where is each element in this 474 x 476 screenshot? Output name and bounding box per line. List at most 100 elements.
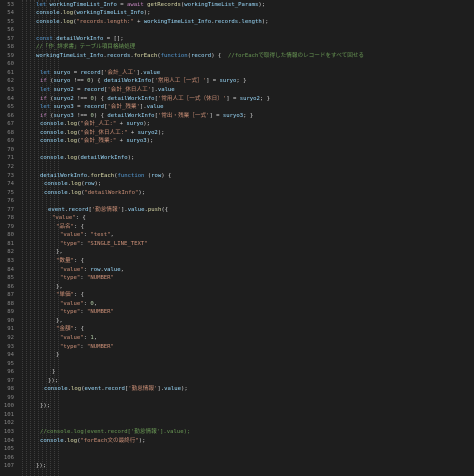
- code-line[interactable]: 104 console.log("forEach文の最終行");: [0, 437, 474, 446]
- code-editor[interactable]: 53 let workingTimeList_Info = await getRe…: [0, 0, 474, 476]
- code-line[interactable]: 101: [0, 411, 474, 420]
- code-line[interactable]: 90},: [0, 317, 474, 326]
- code-text: "金額": {: [56, 325, 474, 334]
- code-line[interactable]: 76: [0, 197, 474, 206]
- code-line[interactable]: 67 console.log("会計_人工:" + suryo);: [0, 120, 474, 129]
- code-token: suryo2: [137, 129, 158, 136]
- code-token: workingTimeList_Params: [184, 1, 259, 8]
- code-text: "value": 0,: [60, 300, 474, 309]
- code-line[interactable]: 53 let workingTimeList_Info = await getRe…: [0, 1, 474, 10]
- code-text: console.log("records.length:" + workingT…: [36, 18, 474, 27]
- code-token: },: [56, 283, 63, 290]
- code-line[interactable]: 91 "金額": {: [0, 325, 474, 334]
- code-text: console.log("会計_休日人工:" + suryo2);: [40, 129, 474, 138]
- code-token: : {: [73, 292, 85, 299]
- code-line[interactable]: 63 let suryo2 = record['会計_休日人工'].value: [0, 86, 474, 95]
- code-line[interactable]: 68 console.log("会計_休日人工:" + suryo2);: [0, 129, 474, 138]
- code-token: suryo2: [53, 95, 74, 102]
- code-token: workingTimeList_Info: [36, 52, 104, 59]
- code-token: log: [66, 121, 78, 128]
- code-line[interactable]: 85 "type": "NUMBER": [0, 274, 474, 283]
- code-line[interactable]: 105: [0, 445, 474, 454]
- code-line[interactable]: 66 if (suryo3 !== 0) { detailWorkInfo['常出…: [0, 112, 474, 121]
- line-number: 98: [7, 386, 14, 393]
- code-line[interactable]: 58 //「作_詳求書」テーブル項目格納処理: [0, 43, 474, 52]
- code-line[interactable]: 80 "value": "test",: [0, 231, 474, 240]
- code-token: ) {: [161, 172, 172, 179]
- code-line[interactable]: 61 let suryo = record['会計_人工'].value: [0, 69, 474, 78]
- code-line[interactable]: 84 "value": row.value,: [0, 266, 474, 275]
- line-number: 97: [7, 377, 14, 384]
- code-line[interactable]: 72: [0, 163, 474, 172]
- code-line[interactable]: 71 console.log(detailWorkInfo);: [0, 154, 474, 163]
- code-token: ; }: [243, 112, 254, 119]
- code-line[interactable]: 100});: [0, 402, 474, 411]
- code-token: log: [66, 437, 78, 444]
- code-line[interactable]: 65 let suryo3 = record['会計_残業'].value: [0, 103, 474, 112]
- code-line[interactable]: 88 "value": 0,: [0, 300, 474, 309]
- code-token: function: [160, 52, 188, 59]
- code-line[interactable]: 97});: [0, 377, 474, 386]
- code-token: +: [116, 138, 127, 145]
- code-line[interactable]: 64 if (suryo2 !== 0) { detailWorkInfo['常用…: [0, 95, 474, 104]
- code-line[interactable]: 56: [0, 26, 474, 35]
- code-token: '会計_人工': [104, 69, 137, 76]
- code-line[interactable]: 83 "数量": {: [0, 257, 474, 266]
- code-line[interactable]: 93 "type": "NUMBER": [0, 343, 474, 352]
- line-number: 87: [7, 292, 14, 299]
- code-text: "単価": {: [56, 291, 474, 300]
- code-token: detailWorkInfo: [104, 78, 152, 85]
- code-line[interactable]: 92 "value": 1,: [0, 334, 474, 343]
- code-line[interactable]: 57 const detailWorkInfo = [];: [0, 35, 474, 44]
- code-line[interactable]: 73 detailWorkInfo.forEach(function (row) …: [0, 172, 474, 181]
- code-token: ) {: [93, 112, 108, 119]
- line-number: 101: [3, 411, 14, 418]
- code-line[interactable]: 96}: [0, 368, 474, 377]
- line-number: 53: [7, 1, 14, 8]
- code-token: ] =: [209, 112, 223, 119]
- code-token: suryo: [126, 121, 144, 128]
- code-line[interactable]: 94}: [0, 351, 474, 360]
- code-line[interactable]: 77 event.record['勤怠情報'].value.push({: [0, 206, 474, 215]
- code-line[interactable]: 99: [0, 394, 474, 403]
- line-number: 63: [7, 87, 14, 93]
- code-line[interactable]: 54 console.log(workingTimeList_Info);: [0, 9, 474, 18]
- code-line[interactable]: 98 console.log(event.record['勤怠情報'].value…: [0, 385, 474, 394]
- code-text: "type": "NUMBER": [60, 343, 474, 352]
- line-number: 74: [7, 181, 14, 188]
- code-line[interactable]: 75 console.log("detailWorkInfo");: [0, 189, 474, 198]
- code-line[interactable]: 74 console.log(row);: [0, 180, 474, 189]
- code-text: });: [36, 462, 474, 471]
- code-text: if (suryo3 !== 0) { detailWorkInfo['常出・残…: [40, 112, 474, 121]
- code-line[interactable]: 89 "type": "NUMBER": [0, 308, 474, 317]
- code-token: forEach: [133, 52, 158, 59]
- code-text: "数量": {: [56, 257, 474, 266]
- code-token: ].: [120, 206, 128, 213]
- code-line[interactable]: 107});: [0, 462, 474, 471]
- code-line[interactable]: 60: [0, 60, 474, 69]
- code-token: event: [48, 206, 65, 213]
- code-line[interactable]: 82},: [0, 248, 474, 257]
- code-token: =: [73, 87, 84, 93]
- code-line[interactable]: 102: [0, 419, 474, 428]
- code-line[interactable]: 69 console.log("会計_残業:" + suryo3);: [0, 137, 474, 146]
- code-line[interactable]: 81 "type": "SINGLE_LINE_TEXT": [0, 240, 474, 249]
- code-line[interactable]: 70: [0, 146, 474, 155]
- code-line[interactable]: 78 "value": {: [0, 214, 474, 223]
- line-number: 94: [7, 352, 14, 359]
- code-line[interactable]: 87 "単価": {: [0, 291, 474, 300]
- code-text: let suryo3 = record['会計_残業'].value: [40, 103, 474, 112]
- code-line[interactable]: 62 if (suryo !== 0) { detailWorkInfo['常用人…: [0, 77, 474, 86]
- code-token: suryo3: [53, 112, 74, 119]
- code-line[interactable]: 103 //console.log(event.record['勤怠情報'].va…: [0, 428, 474, 437]
- code-line[interactable]: 79 "品名": {: [0, 223, 474, 232]
- code-line[interactable]: 106: [0, 454, 474, 463]
- code-token: },: [56, 317, 63, 324]
- code-line[interactable]: 59 workingTimeList_Info.records.forEach(f…: [0, 52, 474, 61]
- code-line[interactable]: 95: [0, 360, 474, 369]
- code-line[interactable]: 55 console.log("records.length:" + workin…: [0, 18, 474, 27]
- code-token: =: [116, 1, 127, 8]
- code-line[interactable]: 86},: [0, 283, 474, 292]
- code-text: console.log("会計_残業:" + suryo3);: [40, 137, 474, 146]
- code-token: : {: [73, 326, 85, 333]
